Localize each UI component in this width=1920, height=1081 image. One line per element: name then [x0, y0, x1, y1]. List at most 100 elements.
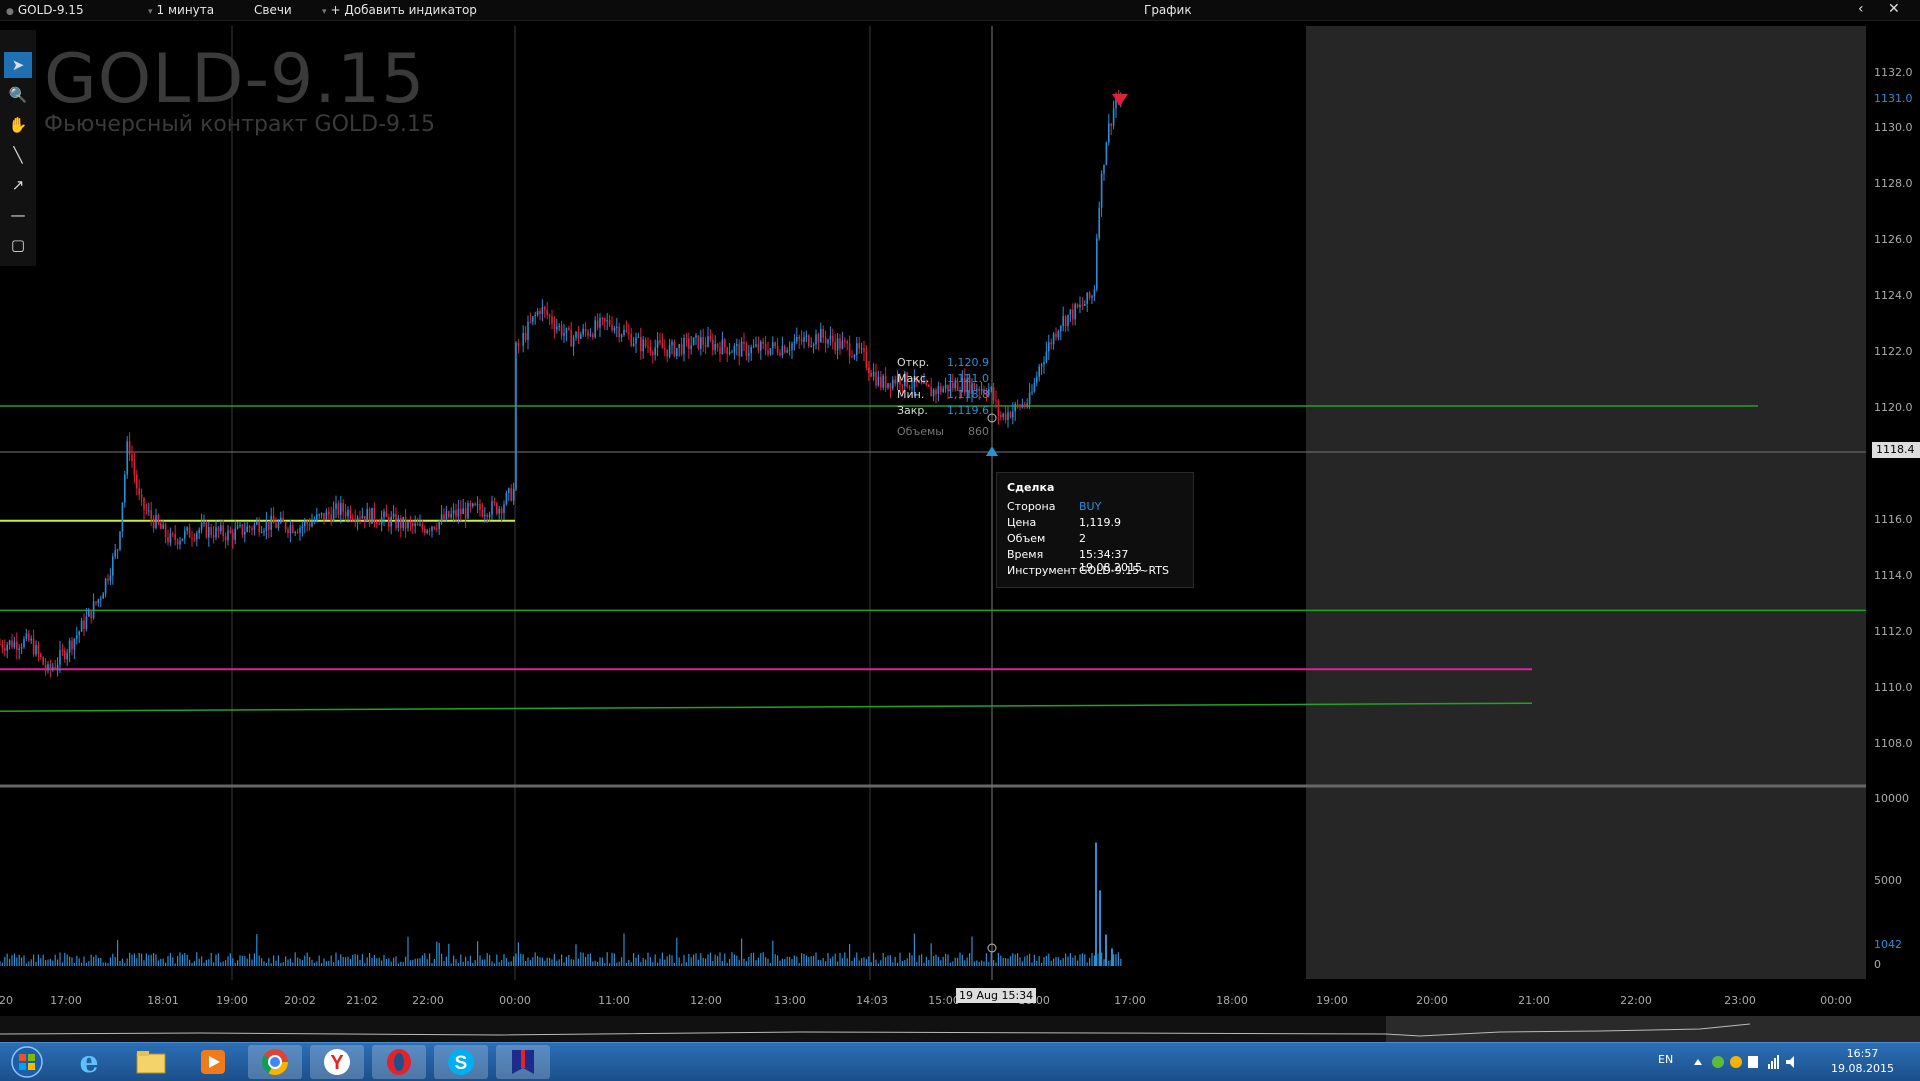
- arrow-icon[interactable]: ↗: [4, 172, 32, 198]
- candle-body: [1004, 413, 1007, 420]
- yandex-icon[interactable]: Y: [310, 1045, 364, 1079]
- candle-body: [277, 522, 280, 528]
- candle-body: [227, 530, 229, 541]
- candle-body: [582, 328, 584, 335]
- candle-body: [1105, 142, 1108, 165]
- candle-body: [131, 454, 133, 462]
- candle-body: [196, 532, 198, 540]
- candle-body: [868, 367, 870, 373]
- price-axis[interactable]: 1132.0 1131.0 1130.0 1128.0 1126.0 1124.…: [1866, 26, 1920, 979]
- candle-body: [217, 527, 220, 532]
- candle-body: [102, 593, 104, 599]
- candle-body: [30, 638, 32, 641]
- candle-body: [402, 516, 404, 529]
- rect-icon[interactable]: ▢: [4, 232, 32, 258]
- candle-body: [155, 515, 157, 529]
- zoom-icon[interactable]: 🔍: [4, 82, 32, 108]
- candle-body: [659, 340, 661, 343]
- candle-body: [373, 507, 376, 522]
- system-clock[interactable]: 16:57 19.08.2015: [1831, 1046, 1894, 1076]
- candle-body: [654, 347, 656, 355]
- candle-body: [887, 383, 889, 388]
- candle-body: [697, 335, 700, 349]
- price-label: 1110.0: [1874, 681, 1913, 694]
- time-label: 14:03: [856, 994, 888, 1007]
- candle-body: [592, 334, 594, 338]
- ie-icon[interactable]: e: [62, 1045, 116, 1080]
- candle-body: [604, 318, 606, 322]
- cursor-price-marker: 1118.4: [1872, 442, 1920, 458]
- candle-body: [589, 334, 592, 336]
- candle-body: [112, 556, 114, 576]
- overview-window[interactable]: [1386, 1016, 1920, 1042]
- candle-body: [200, 522, 203, 530]
- candle-body: [239, 524, 241, 526]
- chrome-icon[interactable]: [248, 1045, 302, 1079]
- candle-body: [760, 341, 762, 351]
- candle-body: [1024, 404, 1026, 406]
- candle-body: [23, 638, 25, 648]
- tray-icons[interactable]: [1690, 1053, 1800, 1071]
- price-chart[interactable]: [0, 0, 1866, 1016]
- candle-body: [150, 510, 152, 519]
- candle-body: [757, 344, 760, 351]
- candle-body: [846, 341, 848, 344]
- candle-body: [1057, 331, 1060, 338]
- candle-body: [236, 525, 239, 529]
- candle-body: [640, 336, 642, 352]
- candle-body: [839, 338, 841, 349]
- overview-navigator[interactable]: [0, 1016, 1920, 1042]
- candle-body: [1002, 413, 1004, 417]
- candle-body: [107, 578, 109, 581]
- candle-body: [452, 510, 455, 514]
- candle-body: [995, 400, 997, 402]
- candle-body: [851, 356, 853, 358]
- candle-body: [512, 489, 515, 501]
- candle-body: [534, 315, 536, 317]
- candle-body: [246, 526, 248, 532]
- terminal-app-icon[interactable]: [496, 1045, 550, 1079]
- candle-body: [440, 514, 443, 521]
- media-player-icon[interactable]: [186, 1045, 240, 1079]
- candle-body: [469, 503, 472, 507]
- opera-icon[interactable]: [372, 1045, 426, 1079]
- candle-body: [359, 517, 361, 519]
- line-icon[interactable]: ╲: [4, 142, 32, 168]
- candle-body: [882, 375, 884, 388]
- candle-body: [858, 343, 860, 349]
- candle-body: [1033, 382, 1036, 392]
- candle-body: [1093, 289, 1096, 297]
- candle-body: [786, 350, 788, 353]
- candle-body: [505, 492, 508, 505]
- candle-body: [304, 521, 306, 527]
- candle-body: [628, 331, 630, 334]
- candle-body: [18, 648, 20, 650]
- candle-body: [676, 347, 678, 356]
- explorer-icon[interactable]: [124, 1045, 178, 1079]
- candle-body: [241, 524, 244, 535]
- high-label: Макс.: [897, 372, 930, 385]
- skype-icon[interactable]: S: [434, 1045, 488, 1079]
- candle-body: [558, 325, 560, 327]
- candle-body: [457, 508, 460, 517]
- candle-body: [256, 522, 258, 525]
- candle-body: [812, 344, 815, 346]
- candle-body: [438, 520, 440, 529]
- candle-body: [313, 520, 316, 523]
- candle-body: [280, 517, 282, 523]
- close-icon[interactable]: ✕: [1888, 1, 1900, 17]
- candle-body: [248, 526, 251, 529]
- hline-icon[interactable]: —: [4, 202, 32, 228]
- candle-body: [632, 343, 635, 346]
- candle-body: [767, 350, 769, 355]
- start-icon[interactable]: [0, 1045, 54, 1079]
- candle-body: [1088, 292, 1091, 298]
- hand-icon[interactable]: ✋: [4, 112, 32, 138]
- language-indicator[interactable]: EN: [1658, 1053, 1673, 1066]
- price-label: 1128.0: [1874, 177, 1913, 190]
- candle-body: [380, 517, 383, 525]
- candle-body: [541, 306, 544, 315]
- time-label: 18:01: [147, 994, 179, 1007]
- pointer-icon[interactable]: ➤: [4, 52, 32, 78]
- candle-body: [318, 514, 320, 516]
